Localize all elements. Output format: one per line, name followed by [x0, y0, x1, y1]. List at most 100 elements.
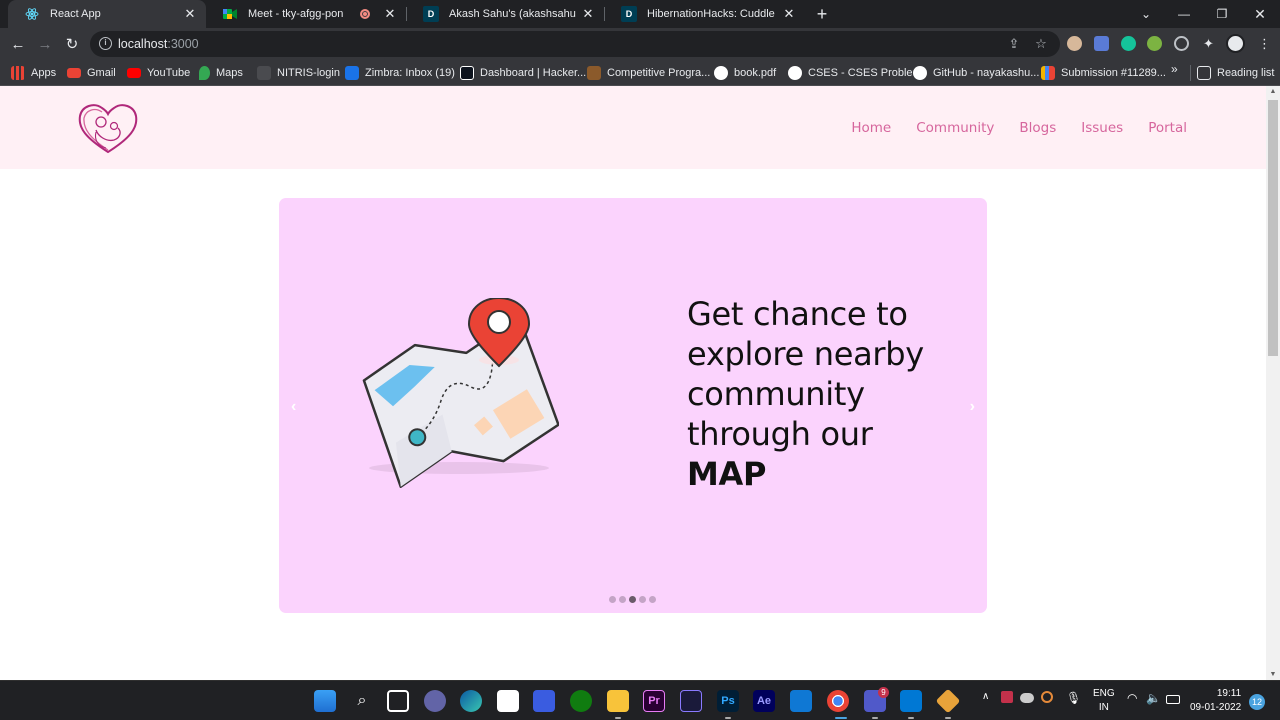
- bookmark-gmail[interactable]: Gmail: [67, 64, 116, 82]
- tab-meet[interactable]: Meet - tky-afgg-pon ✕: [206, 0, 406, 28]
- new-tab-button[interactable]: +: [812, 4, 832, 24]
- slide-highlight: MAP: [687, 455, 767, 493]
- extension-target-icon[interactable]: [1174, 36, 1189, 51]
- bookmark-hackerrank[interactable]: Dashboard | Hacker...: [460, 64, 586, 82]
- language-indicator[interactable]: ENG IN: [1093, 687, 1115, 715]
- search-icon[interactable]: ⌕: [351, 690, 373, 712]
- close-tab-icon[interactable]: ✕: [781, 6, 797, 22]
- nav-portal[interactable]: Portal: [1148, 120, 1187, 136]
- scrollbar-thumb[interactable]: [1268, 100, 1278, 356]
- tab-akash-sahu[interactable]: D Akash Sahu's (akashsahu006) sof ✕: [407, 0, 604, 28]
- bookmark-cses[interactable]: CSES - CSES Proble...: [788, 64, 922, 82]
- tab-title: Meet - tky-afgg-pon: [248, 8, 344, 20]
- avatar[interactable]: [1226, 34, 1245, 53]
- puzzle-icon[interactable]: ✦: [1201, 36, 1216, 51]
- wifi-icon[interactable]: ◠: [1127, 691, 1137, 705]
- carousel-next-button[interactable]: ›: [970, 398, 975, 416]
- site-info-icon[interactable]: i: [99, 37, 112, 50]
- meet-icon: [222, 6, 238, 22]
- tab-search-icon[interactable]: ⌄: [1127, 0, 1165, 28]
- youtube-icon: [127, 68, 141, 78]
- bookmark-maps[interactable]: Maps: [199, 64, 243, 82]
- battery-icon[interactable]: [1166, 695, 1180, 704]
- close-tab-icon[interactable]: ✕: [382, 6, 398, 22]
- carousel-dot[interactable]: [619, 596, 626, 603]
- carousel-dot[interactable]: [649, 596, 656, 603]
- address-bar[interactable]: i localhost:3000 ⇪ ☆: [90, 31, 1060, 57]
- xbox-icon[interactable]: [570, 690, 592, 712]
- extension-plus-icon[interactable]: [1147, 36, 1162, 51]
- more-bookmarks-button[interactable]: »: [1171, 62, 1178, 76]
- nav-blogs[interactable]: Blogs: [1019, 120, 1056, 136]
- teams-badge: 9: [878, 687, 889, 698]
- onedrive-icon[interactable]: [1020, 693, 1034, 703]
- visual-studio-icon[interactable]: [680, 690, 702, 712]
- reading-list-button[interactable]: Reading list: [1197, 64, 1274, 82]
- share-icon[interactable]: ⇪: [1007, 37, 1021, 51]
- carousel-dot[interactable]: [609, 596, 616, 603]
- tab-title: Akash Sahu's (akashsahu006) sof: [449, 8, 576, 20]
- extension-square-icon[interactable]: [1094, 36, 1109, 51]
- microphone-icon[interactable]: 🎙: [1066, 691, 1081, 705]
- volume-icon[interactable]: 🔈: [1146, 691, 1161, 705]
- site-logo[interactable]: [76, 102, 140, 158]
- close-tab-icon[interactable]: ✕: [182, 6, 198, 22]
- globe-icon: [714, 66, 728, 80]
- bookmark-apps[interactable]: Apps: [11, 64, 56, 82]
- file-explorer-icon[interactable]: [607, 690, 629, 712]
- chrome-icon[interactable]: [827, 690, 849, 712]
- carousel-prev-button[interactable]: ‹: [291, 398, 296, 416]
- hackerrank-icon: [460, 66, 474, 80]
- notification-badge[interactable]: 12: [1249, 694, 1265, 710]
- carousel-dot[interactable]: [639, 596, 646, 603]
- bookmark-youtube[interactable]: YouTube: [127, 64, 190, 82]
- git-icon[interactable]: [935, 688, 961, 714]
- tab-react-app[interactable]: React App ✕: [8, 0, 206, 28]
- bookmark-submission[interactable]: Submission #11289...: [1041, 64, 1166, 82]
- hero-carousel: Get chance to explore nearby community t…: [279, 198, 987, 613]
- page-scrollbar[interactable]: ▲ ▼: [1266, 86, 1280, 680]
- tab-hibernation-hacks[interactable]: D HibernationHacks: Cuddle up wit ✕: [605, 0, 805, 28]
- bookmark-star-icon[interactable]: ☆: [1034, 37, 1048, 51]
- reload-button[interactable]: ↻: [61, 33, 83, 55]
- tray-app-icon[interactable]: [1041, 691, 1053, 703]
- edge-icon[interactable]: [460, 690, 482, 712]
- extension-face-icon[interactable]: [1067, 36, 1082, 51]
- menu-icon[interactable]: ⋮: [1257, 36, 1272, 51]
- clock[interactable]: 19:11 09-01-2022: [1190, 687, 1241, 715]
- tray-chevron-icon[interactable]: ∧: [982, 691, 989, 702]
- nav-community[interactable]: Community: [916, 120, 994, 136]
- minimize-button[interactable]: —: [1165, 0, 1203, 28]
- app-icon[interactable]: [533, 690, 555, 712]
- back-button[interactable]: ←: [7, 33, 29, 55]
- bookmark-zimbra[interactable]: Zimbra: Inbox (19): [345, 64, 455, 82]
- nav-home[interactable]: Home: [851, 120, 891, 136]
- mail-icon[interactable]: [790, 690, 812, 712]
- photoshop-icon[interactable]: Ps: [717, 690, 739, 712]
- nitris-icon: [257, 66, 271, 80]
- premiere-icon[interactable]: Pr: [643, 690, 665, 712]
- forward-button[interactable]: →: [34, 33, 56, 55]
- tray-app-icon[interactable]: [1001, 691, 1013, 703]
- close-tab-icon[interactable]: ✕: [580, 6, 596, 22]
- nav-issues[interactable]: Issues: [1081, 120, 1123, 136]
- vscode-icon[interactable]: [900, 690, 922, 712]
- slide-heading: Get chance to explore nearby community t…: [687, 294, 977, 494]
- task-view-icon[interactable]: [387, 690, 409, 712]
- after-effects-icon[interactable]: Ae: [753, 690, 775, 712]
- bookmark-github[interactable]: GitHub - nayakashu...: [913, 64, 1039, 82]
- close-window-button[interactable]: ✕: [1241, 0, 1279, 28]
- browser-toolbar: ← → ↻ i localhost:3000 ⇪ ☆ ✦ ⋮: [0, 28, 1280, 60]
- store-icon[interactable]: [497, 690, 519, 712]
- chat-icon[interactable]: [424, 690, 446, 712]
- url-text: localhost:3000: [118, 37, 199, 51]
- devpost-icon: D: [423, 6, 439, 22]
- bookmark-nitris[interactable]: NITRIS-login: [257, 64, 340, 82]
- start-icon[interactable]: [314, 690, 336, 712]
- windows-taskbar: ⌕ Pr Ps Ae 9 ∧ 🎙 ENG IN ◠ 🔈 19:11 09-01-20…: [0, 680, 1280, 720]
- grammarly-icon[interactable]: [1121, 36, 1136, 51]
- maximize-button[interactable]: ❐: [1203, 0, 1241, 28]
- carousel-dot-active[interactable]: [629, 596, 636, 603]
- bookmark-codechef[interactable]: Competitive Progra...: [587, 64, 710, 82]
- bookmark-book[interactable]: book.pdf: [714, 64, 776, 82]
